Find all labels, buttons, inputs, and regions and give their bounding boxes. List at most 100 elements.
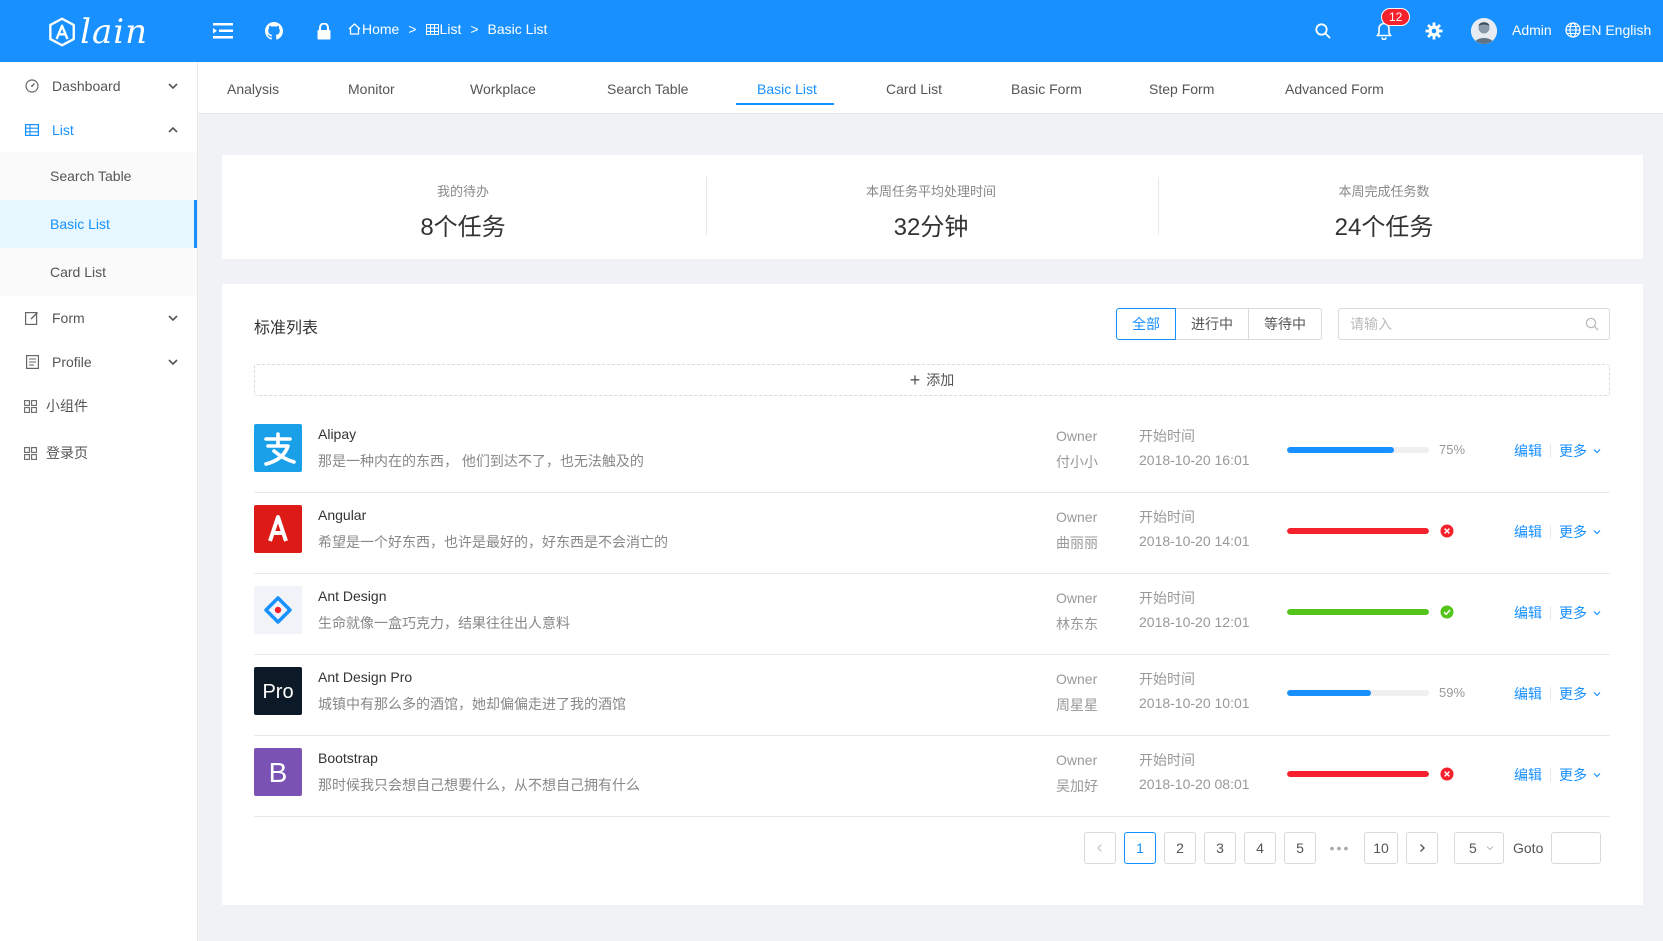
jump-next-ellipsis[interactable]: ••• (1324, 832, 1356, 864)
tab-advanced-form[interactable]: Advanced Form (1285, 81, 1384, 97)
progress-bar (1287, 447, 1429, 453)
app-logo[interactable]: lain (48, 12, 148, 52)
language-switcher[interactable]: EN English (1565, 22, 1651, 38)
progress-percent: 59% (1439, 685, 1466, 700)
search-icon[interactable] (1311, 19, 1335, 43)
tab-workplace[interactable]: Workplace (470, 81, 536, 97)
start-time-label: 开始时间 (1139, 671, 1195, 687)
sidebar-item-list[interactable]: List (0, 108, 197, 152)
breadcrumb-home-label: Home (362, 21, 400, 37)
filter-waiting[interactable]: 等待中 (1248, 308, 1322, 340)
chevron-down-icon (1593, 530, 1601, 535)
sidebar-item-form[interactable]: Form (0, 296, 197, 340)
progress-fill (1287, 690, 1371, 696)
bootstrap-logo-icon[interactable]: B (254, 748, 302, 796)
sidebar-item-login[interactable]: 登录页 (0, 431, 197, 475)
tab-basic-list[interactable]: Basic List (757, 81, 817, 97)
page-1-button[interactable]: 1 (1124, 832, 1156, 864)
action-divider (1550, 606, 1551, 620)
item-title[interactable]: Ant Design (318, 588, 386, 604)
alipay-logo-icon[interactable] (254, 424, 302, 472)
item-title[interactable]: Angular (318, 507, 366, 523)
sidebar-item-label: 小组件 (46, 398, 88, 414)
page-3-button[interactable]: 3 (1204, 832, 1236, 864)
tab-step-form[interactable]: Step Form (1149, 81, 1214, 97)
tab-analysis[interactable]: Analysis (227, 81, 279, 97)
tab-basic-form[interactable]: Basic Form (1011, 81, 1082, 97)
search-input[interactable] (1350, 316, 1580, 332)
user-avatar[interactable] (1471, 18, 1497, 44)
sidebar-item-search-table[interactable]: Search Table (0, 152, 197, 200)
item-description: 那是一种内在的东西， 他们到达不了，也无法触及的 (318, 453, 644, 469)
next-page-button[interactable] (1406, 832, 1438, 864)
edit-link[interactable]: 编辑 (1514, 684, 1542, 704)
item-title[interactable]: Alipay (318, 426, 356, 442)
more-dropdown[interactable]: 更多 (1559, 684, 1602, 704)
tab-search-table[interactable]: Search Table (607, 81, 688, 97)
goto-input[interactable] (1551, 832, 1602, 864)
page-5-button[interactable]: 5 (1284, 832, 1316, 864)
page-2-button[interactable]: 2 (1164, 832, 1196, 864)
lock-icon[interactable] (312, 19, 336, 43)
breadcrumb-home[interactable]: Home (348, 21, 399, 37)
ant-design-logo-icon[interactable] (254, 586, 302, 634)
owner-value: 曲丽丽 (1056, 535, 1098, 551)
gear-icon[interactable] (1422, 19, 1446, 43)
more-dropdown[interactable]: 更多 (1559, 765, 1602, 785)
breadcrumb-separator: > (408, 21, 417, 37)
github-icon[interactable] (262, 19, 286, 43)
alain-logo-icon (49, 17, 75, 47)
breadcrumb-list[interactable]: List (425, 21, 461, 37)
owner-label: Owner (1056, 428, 1098, 444)
owner-value: 周星星 (1056, 697, 1098, 713)
sidebar-item-dashboard[interactable]: Dashboard (0, 64, 197, 108)
tab-card-list[interactable]: Card List (886, 81, 942, 97)
progress-bar (1287, 690, 1429, 696)
stats-card: 我的待办 8个任务 本周任务平均处理时间 32分钟 本周完成任务数 24个任务 (222, 155, 1643, 259)
item-title[interactable]: Ant Design Pro (318, 669, 412, 685)
item-description: 那时候我只会想自己想要什么，从不想自己拥有什么 (318, 777, 640, 793)
angular-logo-icon[interactable] (254, 505, 302, 553)
menu-fold-icon[interactable] (211, 19, 235, 43)
edit-link[interactable]: 编辑 (1514, 603, 1542, 623)
list-item: Ant Design 生命就像一盒巧克力，结果往往出人意料 Owner 林东东 … (254, 574, 1610, 655)
add-button[interactable]: + 添加 (254, 364, 1610, 396)
chevron-down-icon (168, 359, 178, 366)
stat-todo: 我的待办 8个任务 (222, 155, 704, 259)
search-icon[interactable] (1585, 317, 1599, 331)
page-size-select[interactable]: 5 (1454, 832, 1504, 864)
edit-link[interactable]: 编辑 (1514, 765, 1542, 785)
tab-monitor[interactable]: Monitor (348, 81, 395, 97)
goto-label: Goto (1513, 840, 1544, 856)
progress-bar (1287, 528, 1429, 534)
page-size-value: 5 (1469, 840, 1477, 856)
owner-label: Owner (1056, 509, 1098, 525)
sidebar-item-label: Form (52, 310, 85, 326)
sidebar-item-profile[interactable]: Profile (0, 340, 197, 384)
more-dropdown[interactable]: 更多 (1559, 441, 1602, 461)
edit-link[interactable]: 编辑 (1514, 522, 1542, 542)
filter-all[interactable]: 全部 (1116, 308, 1176, 340)
more-dropdown[interactable]: 更多 (1559, 522, 1602, 542)
username[interactable]: Admin (1512, 22, 1552, 38)
svg-text:Pro: Pro (262, 681, 293, 703)
sidebar-item-card-list[interactable]: Card List (0, 248, 197, 296)
svg-text:B: B (269, 757, 288, 788)
profile-icon (24, 354, 40, 370)
edit-link[interactable]: 编辑 (1514, 441, 1542, 461)
item-title[interactable]: Bootstrap (318, 750, 378, 766)
more-label: 更多 (1559, 443, 1587, 459)
sidebar-item-widgets[interactable]: 小组件 (0, 384, 197, 428)
filter-in-progress[interactable]: 进行中 (1175, 308, 1249, 340)
more-dropdown[interactable]: 更多 (1559, 603, 1602, 623)
ant-design-pro-logo-icon[interactable]: Pro (254, 667, 302, 715)
page-4-button[interactable]: 4 (1244, 832, 1276, 864)
progress-bar (1287, 609, 1429, 615)
sidebar-item-basic-list[interactable]: Basic List (0, 200, 197, 248)
item-description: 生命就像一盒巧克力，结果往往出人意料 (318, 615, 570, 631)
prev-page-button[interactable] (1084, 832, 1116, 864)
logo-text: lain (80, 12, 148, 52)
page-10-button[interactable]: 10 (1364, 832, 1398, 864)
search-box (1338, 308, 1610, 340)
start-time-label: 开始时间 (1139, 509, 1195, 525)
